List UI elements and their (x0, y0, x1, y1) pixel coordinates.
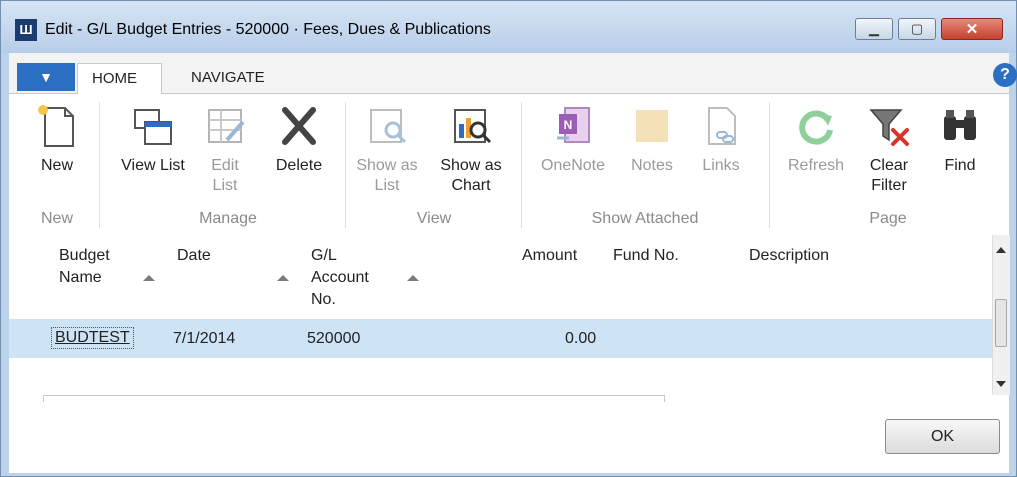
delete-label: Delete (275, 157, 323, 174)
close-icon: ✕ (965, 21, 979, 38)
group-label-view: View (416, 210, 452, 227)
app-logo-icon: Ш (15, 19, 37, 41)
minimize-button[interactable]: ▁ (855, 18, 893, 40)
notes-button[interactable]: Notes (621, 102, 683, 176)
maximize-icon: ▢ (910, 21, 924, 36)
svg-text:N: N (564, 118, 573, 132)
new-button[interactable]: New (27, 102, 87, 176)
show-as-chart-button[interactable]: Show as Chart (429, 102, 513, 196)
title-bar[interactable]: Ш Edit - G/L Budget Entries - 520000 · F… (1, 1, 1016, 53)
scroll-up-icon[interactable] (996, 247, 1006, 253)
group-label-show-attached: Show Attached (591, 210, 699, 227)
show-as-list-button[interactable]: Show as List (355, 102, 419, 196)
onenote-button[interactable]: N OneNote (531, 102, 615, 176)
amount-cell[interactable]: 0.00 (565, 330, 596, 348)
minimize-icon: ▁ (869, 21, 879, 36)
view-list-label: View List (121, 157, 185, 174)
group-label-page: Page (869, 210, 907, 227)
dialog-client-area: ▼ HOME NAVIGATE ? New View List Edit Lis… (9, 53, 1017, 473)
onenote-label: OneNote (540, 157, 606, 174)
app-menu-button[interactable]: ▼ (17, 63, 75, 91)
new-label: New (40, 157, 73, 174)
gl-account-cell[interactable]: 520000 (307, 330, 360, 348)
table-row[interactable] (9, 319, 992, 358)
ribbon-separator (769, 102, 770, 228)
ribbon: New View List Edit List Delete Manage Ne… (9, 94, 1009, 236)
new-document-icon (38, 105, 74, 147)
view-list-icon (134, 109, 172, 145)
show-as-list-label: Show as List (356, 157, 418, 194)
notes-label: Notes (631, 157, 673, 174)
binoculars-icon (944, 110, 976, 140)
group-label-new: New (40, 210, 73, 227)
factbox-edge (43, 395, 665, 402)
entries-grid: Budget Name Date G/L Account No. Amount … (9, 235, 1010, 395)
delete-x-icon (282, 107, 316, 145)
tab-navigate[interactable]: NAVIGATE (177, 63, 279, 93)
group-label-manage: Manage (199, 210, 257, 227)
date-cell[interactable]: 7/1/2014 (173, 330, 235, 348)
clear-filter-icon (869, 109, 909, 146)
column-header-date[interactable]: Date (177, 245, 257, 267)
ribbon-separator (521, 102, 522, 228)
ribbon-separator (345, 102, 346, 228)
column-header-description[interactable]: Description (749, 245, 829, 267)
vertical-scrollbar[interactable] (992, 235, 1010, 395)
links-icon (708, 107, 736, 145)
help-icon[interactable]: ? (993, 63, 1017, 87)
edit-list-button[interactable]: Edit List (197, 102, 253, 196)
sort-arrow-icon (277, 275, 289, 281)
refresh-button[interactable]: Refresh (781, 102, 851, 176)
column-header-fund-no[interactable]: Fund No. (613, 245, 679, 267)
edit-list-icon (208, 109, 245, 143)
show-as-chart-label: Show as Chart (440, 157, 502, 194)
clear-filter-button[interactable]: Clear Filter (859, 102, 919, 196)
links-button[interactable]: Links (693, 102, 749, 176)
ribbon-separator (99, 102, 100, 228)
onenote-icon: N (557, 107, 590, 143)
ribbon-tab-row: ▼ HOME NAVIGATE ? (9, 53, 1017, 94)
view-list-button[interactable]: View List (121, 102, 185, 176)
refresh-label: Refresh (787, 157, 845, 174)
find-button[interactable]: Find (933, 102, 987, 176)
column-header-budget-name[interactable]: Budget Name (59, 245, 139, 289)
notes-icon (636, 110, 668, 142)
column-header-gl-account-no[interactable]: G/L Account No. (311, 245, 391, 311)
sort-arrow-icon (143, 275, 155, 281)
find-label: Find (944, 157, 976, 174)
clear-filter-label: Clear Filter (869, 157, 909, 194)
refresh-icon (799, 110, 833, 145)
sort-arrow-icon (407, 275, 419, 281)
maximize-button[interactable]: ▢ (898, 18, 936, 40)
show-as-list-icon (370, 109, 407, 144)
links-label: Links (702, 157, 740, 174)
budget-name-cell[interactable]: BUDTEST (51, 327, 134, 349)
ok-button[interactable]: OK (885, 419, 1000, 454)
scroll-thumb[interactable] (995, 299, 1007, 347)
close-button[interactable]: ✕ (941, 18, 1003, 40)
scroll-down-icon[interactable] (996, 381, 1006, 387)
column-header-amount[interactable]: Amount (522, 245, 577, 267)
dialog-window: Ш Edit - G/L Budget Entries - 520000 · F… (0, 0, 1017, 477)
edit-list-label: Edit List (211, 157, 239, 194)
show-as-chart-icon (454, 109, 492, 144)
window-title: Edit - G/L Budget Entries - 520000 · Fee… (45, 21, 491, 38)
tab-home[interactable]: HOME (77, 63, 162, 94)
delete-button[interactable]: Delete (265, 102, 333, 176)
dialog-footer: OK (9, 395, 1009, 473)
